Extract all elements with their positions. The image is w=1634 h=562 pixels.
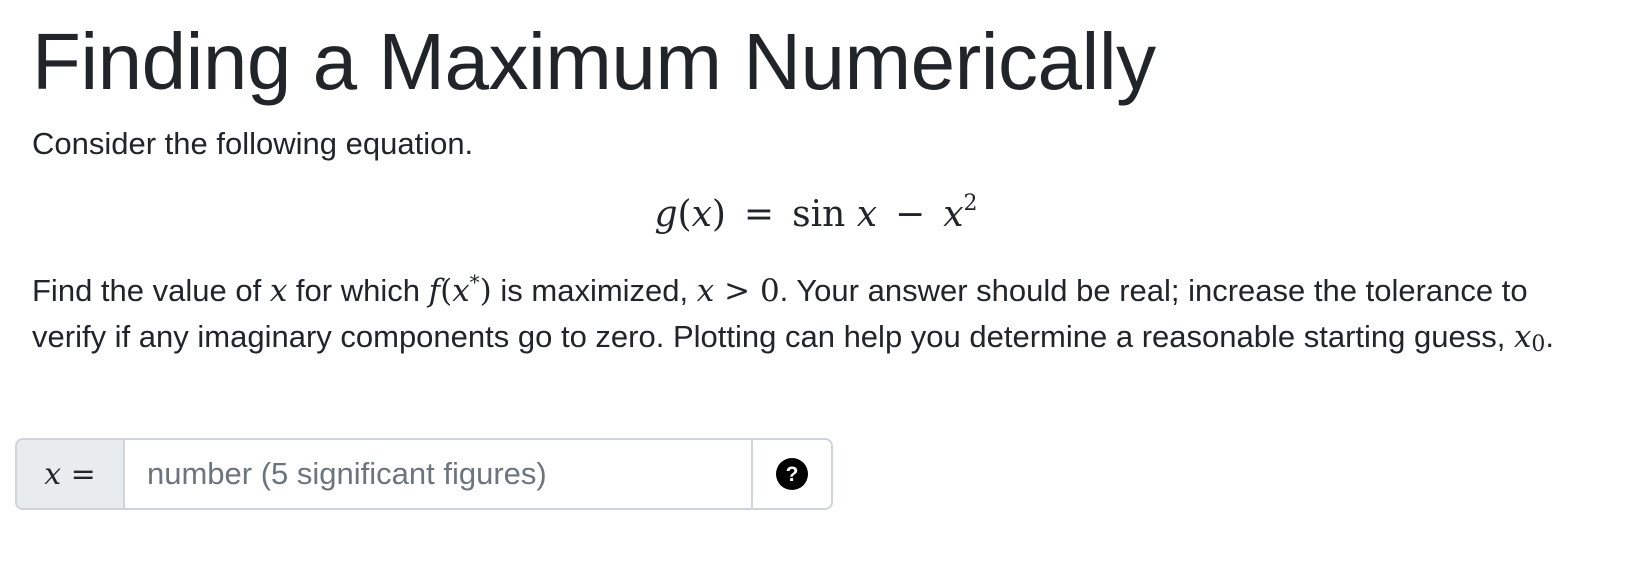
answer-input[interactable]	[125, 440, 751, 508]
math-cond-op: >	[714, 273, 760, 309]
math-cond-var: x	[696, 273, 715, 309]
math-cond-val: 0	[759, 273, 780, 309]
answer-label: x =	[17, 440, 125, 508]
math-condition: x > 0	[697, 273, 780, 309]
math-f: f	[428, 273, 441, 309]
body-text-1: Find the value of	[32, 273, 270, 308]
body-text-3: is maximized,	[491, 273, 697, 308]
math-x0-sub: 0	[1531, 332, 1546, 357]
math-x: x	[269, 273, 288, 309]
question-title: Finding a Maximum Numerically	[32, 17, 1156, 106]
math-star: *	[469, 270, 480, 294]
answer-label-eq: =	[70, 456, 96, 492]
body-text-5: .	[1545, 319, 1555, 354]
eq-sin: sin	[792, 194, 846, 235]
equation-display: g(x) = sin x − x2	[654, 191, 978, 236]
eq-sin-var: x	[856, 194, 878, 235]
eq-func-name: g	[654, 194, 678, 235]
math-x0-var: x	[1513, 319, 1532, 355]
question-body: Find the value of x for which f(x*) is m…	[32, 268, 1592, 360]
answer-label-var: x	[44, 456, 62, 492]
eq-exponent: 2	[963, 191, 978, 216]
eq-equals: =	[743, 194, 775, 235]
answer-input-group: x = ?	[15, 438, 833, 510]
eq-square-var: x	[943, 194, 964, 235]
eq-func-var: x	[691, 194, 712, 235]
math-f-xstar: f(x*)	[428, 270, 492, 309]
question-mark-icon: ?	[776, 458, 808, 490]
help-button[interactable]: ?	[751, 440, 831, 508]
eq-minus: −	[895, 194, 926, 235]
intro-text: Consider the following equation.	[32, 126, 474, 161]
math-x0: x0	[1513, 319, 1546, 357]
body-text-2: for which	[287, 273, 429, 308]
math-xstar: x	[452, 273, 470, 309]
